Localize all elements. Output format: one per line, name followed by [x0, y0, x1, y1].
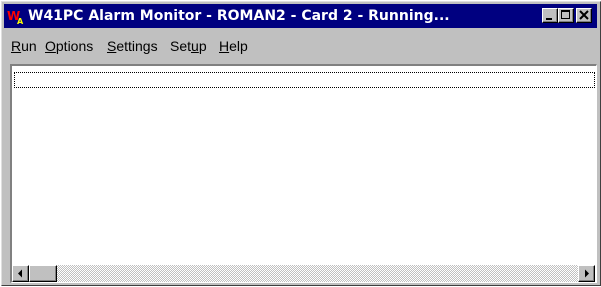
menu-bar: Run Options Settings Setup Help — [4, 29, 597, 59]
arrow-right-icon — [585, 269, 589, 278]
app-icon[interactable]: W A — [7, 7, 25, 26]
menu-options[interactable]: Options — [45, 37, 93, 55]
alarm-list[interactable] — [10, 64, 597, 283]
window-title: W41PC Alarm Monitor - ROMAN2 - Card 2 - … — [28, 8, 450, 24]
menu-help[interactable]: Help — [219, 37, 248, 55]
scroll-thumb[interactable] — [29, 265, 57, 282]
maximize-icon — [561, 10, 570, 19]
minimize-button[interactable] — [542, 8, 558, 23]
list-item-focus[interactable] — [14, 72, 595, 88]
svg-text:A: A — [17, 17, 24, 25]
maximize-button[interactable] — [558, 8, 574, 23]
horizontal-scrollbar[interactable] — [12, 265, 595, 282]
close-button[interactable] — [576, 8, 592, 23]
app-window: W A W41PC Alarm Monitor - ROMAN2 - Card … — [1, 1, 601, 286]
scroll-left-button[interactable] — [12, 265, 29, 282]
menu-setup[interactable]: Setup — [170, 37, 207, 55]
minimize-icon — [546, 18, 552, 20]
close-icon — [579, 10, 589, 20]
menu-run[interactable]: Run — [11, 37, 37, 55]
menu-settings[interactable]: Settings — [107, 37, 158, 55]
title-bar[interactable]: W A W41PC Alarm Monitor - ROMAN2 - Card … — [4, 4, 597, 28]
scroll-right-button[interactable] — [578, 265, 595, 282]
arrow-left-icon — [18, 269, 22, 278]
